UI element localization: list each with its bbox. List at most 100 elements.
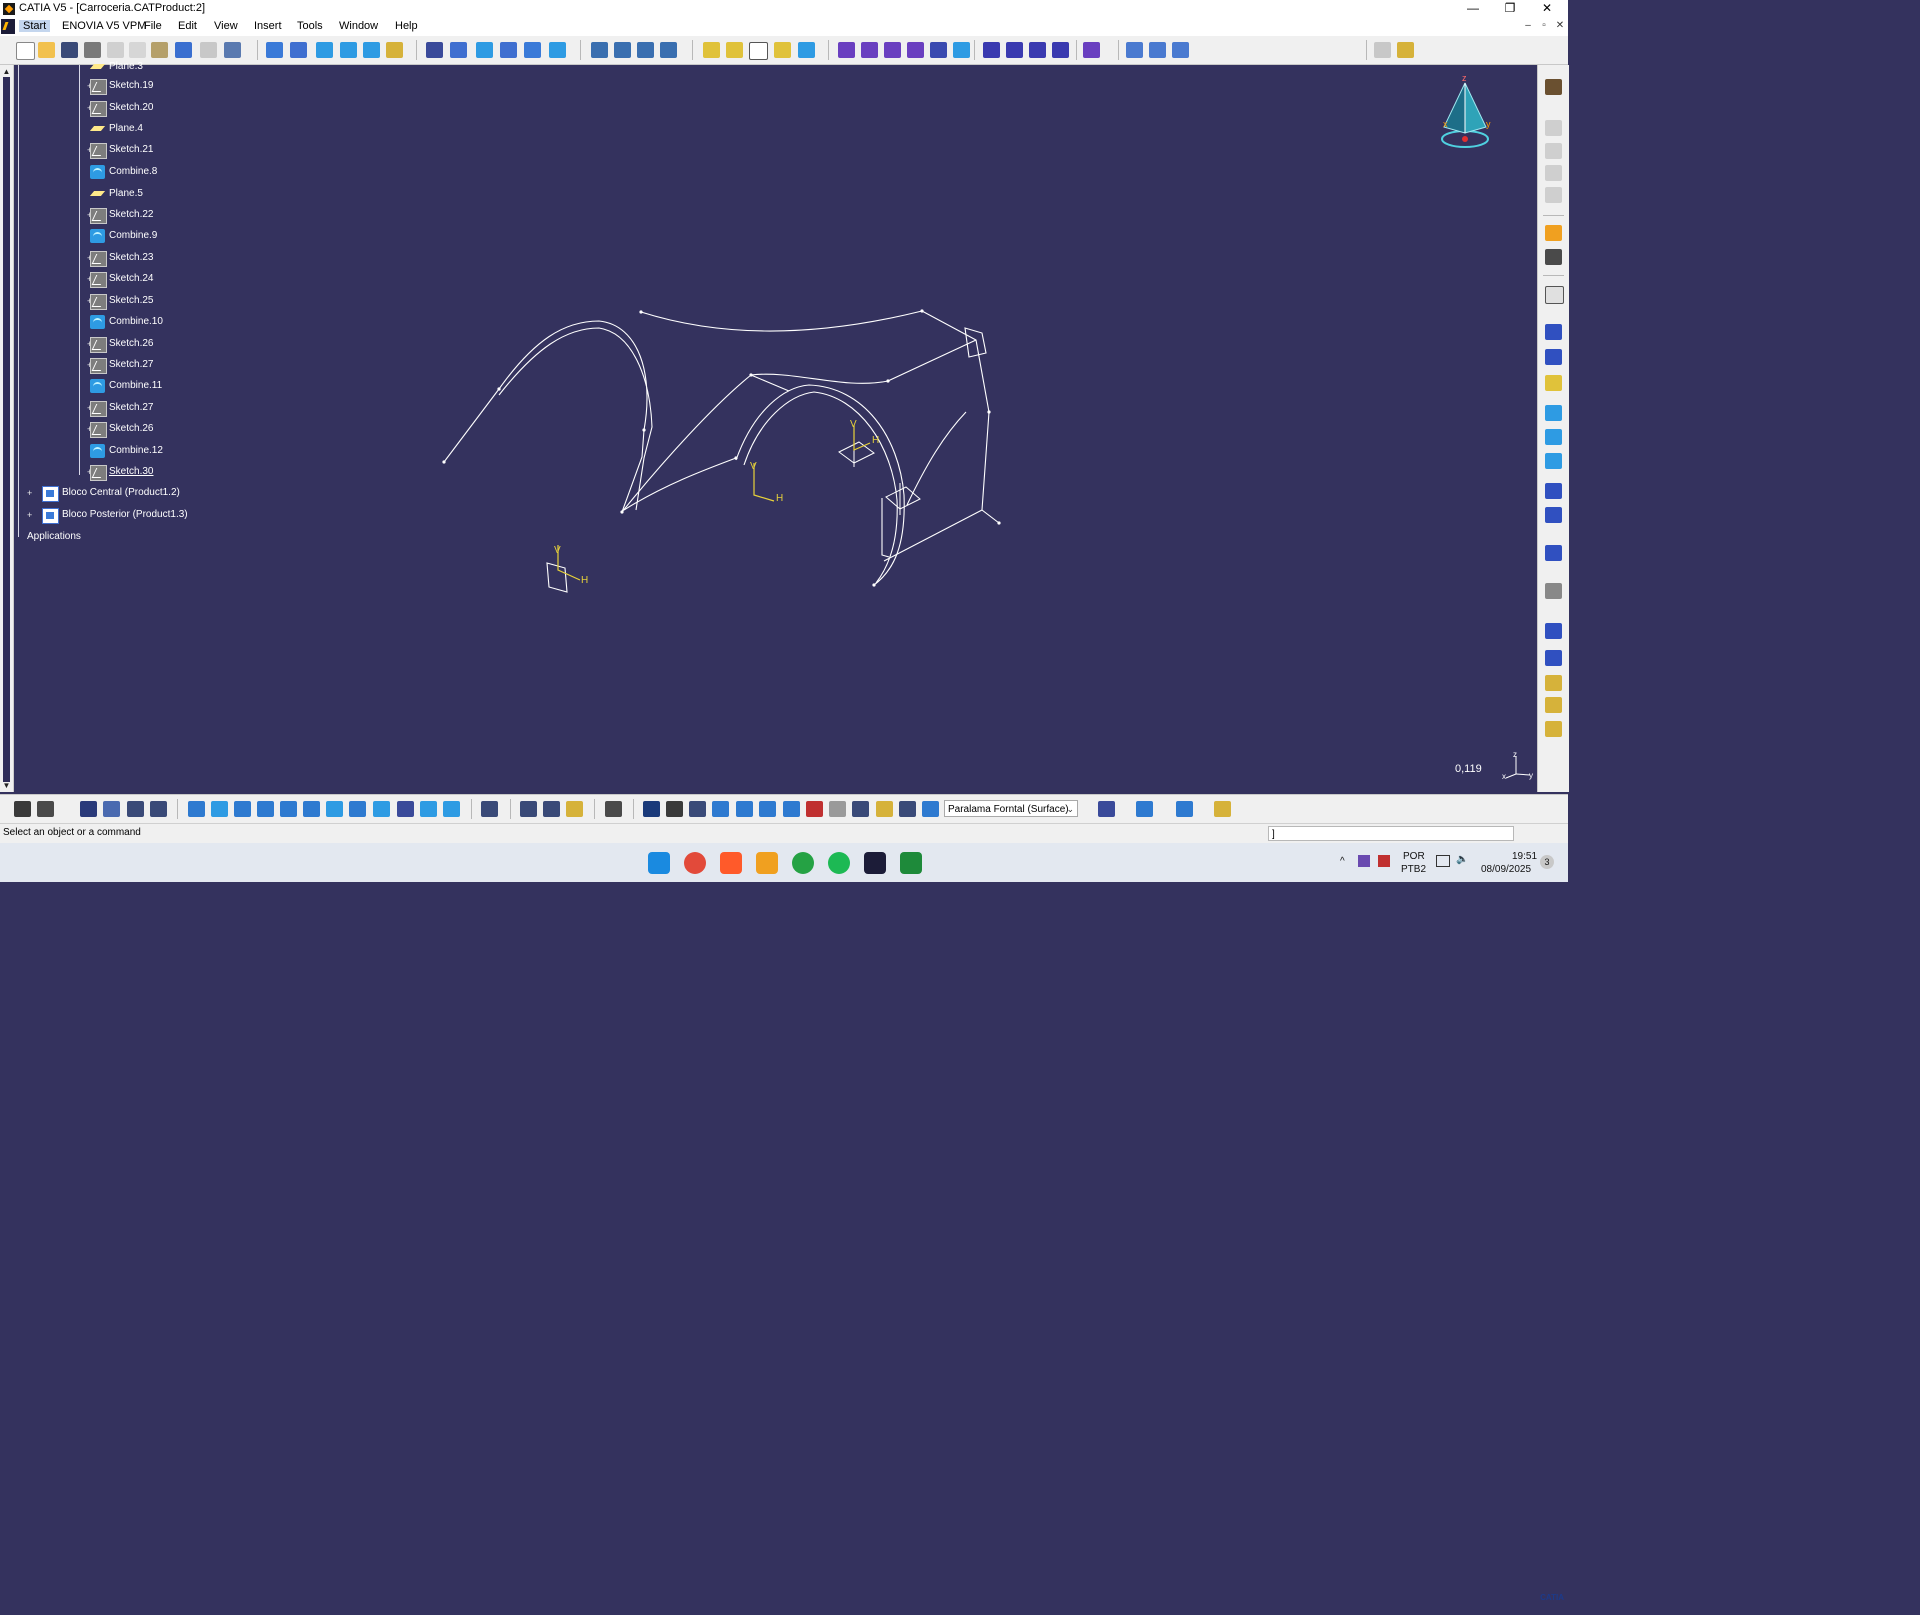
draft-analysis-icon[interactable]	[1149, 42, 1166, 58]
affinity-icon[interactable]	[798, 42, 815, 58]
3d-viewport[interactable]: V H V H V H	[14, 65, 1536, 792]
tree-node-label[interactable]: Combine.12	[109, 445, 163, 456]
tree-node-label[interactable]: Sketch.20	[109, 102, 153, 113]
file-explorer-icon[interactable]	[756, 852, 778, 874]
define-in-work-object-icon[interactable]	[922, 801, 939, 817]
structure-icon[interactable]	[103, 801, 120, 817]
measure-icon[interactable]	[1126, 42, 1143, 58]
translate-icon[interactable]	[703, 42, 720, 58]
menu-view[interactable]: View	[214, 20, 238, 32]
whatsapp-icon[interactable]	[792, 852, 814, 874]
pan-icon[interactable]	[234, 801, 251, 817]
cut-icon[interactable]	[107, 42, 124, 58]
fill-icon[interactable]	[450, 42, 467, 58]
tree-node-label[interactable]: Sketch.25	[109, 295, 153, 306]
sketch-tools-icon[interactable]	[1545, 120, 1562, 136]
clock-time[interactable]: 19:51	[1512, 851, 1537, 862]
formula-icon[interactable]	[14, 801, 31, 817]
tree-node-label[interactable]: Plane.5	[109, 188, 143, 199]
plane-icon[interactable]	[1545, 375, 1562, 391]
notification-badge[interactable]: 3	[1540, 855, 1554, 869]
tray-sync-icon[interactable]	[1378, 855, 1390, 867]
shaft-icon[interactable]	[884, 42, 901, 58]
save-icon[interactable]	[61, 42, 78, 58]
snap-icon[interactable]	[1545, 249, 1562, 265]
restore-button[interactable]: ❐	[1492, 0, 1528, 18]
select-icon[interactable]	[1545, 225, 1562, 241]
scrollbar-thumb[interactable]	[3, 77, 10, 782]
tree-node-label[interactable]: Sketch.21	[109, 144, 153, 155]
clock-date[interactable]: 08/09/2025	[1481, 864, 1531, 875]
redo-icon[interactable]	[200, 42, 217, 58]
expand-icon[interactable]: +	[27, 489, 34, 498]
line-icon[interactable]	[1545, 349, 1562, 365]
stack-icon[interactable]	[1545, 697, 1562, 713]
measure-item-icon[interactable]	[543, 801, 560, 817]
current-body-select[interactable]: Paralama Forntal (Surface) ⌄	[944, 800, 1078, 817]
tree-node-label[interactable]: Sketch.24	[109, 273, 153, 284]
undo-icon[interactable]	[175, 42, 192, 58]
tree-node-label[interactable]: Sketch.30	[109, 466, 153, 477]
keyboard-layout-indicator[interactable]: PTB2	[1401, 864, 1426, 875]
boolean-icon[interactable]	[1083, 42, 1100, 58]
tree-mode-icon[interactable]	[852, 801, 869, 817]
shading-icon[interactable]	[397, 801, 414, 817]
tree-node-label[interactable]: Combine.8	[109, 166, 157, 177]
sew-surface-icon[interactable]	[1006, 42, 1023, 58]
spotify-icon[interactable]	[828, 852, 850, 874]
constraint-icon[interactable]	[1545, 143, 1562, 159]
chrome-icon[interactable]	[684, 852, 706, 874]
language-indicator[interactable]: POR	[1403, 851, 1425, 862]
curvature-analysis-icon[interactable]	[1172, 42, 1189, 58]
revolve-icon[interactable]	[316, 42, 333, 58]
new-icon[interactable]	[16, 42, 35, 60]
reorder-icon[interactable]	[150, 801, 167, 817]
3d-support-icon[interactable]	[783, 801, 800, 817]
menu-insert[interactable]: Insert	[254, 20, 282, 32]
menu-file[interactable]: File	[144, 20, 162, 32]
polyline-icon[interactable]	[1545, 545, 1562, 561]
tree-node-label[interactable]: Plane.4	[109, 123, 143, 134]
tree-node-label[interactable]: Combine.11	[109, 380, 162, 391]
tree-node-label[interactable]: Sketch.27	[109, 359, 153, 370]
law-icon[interactable]	[1545, 675, 1562, 691]
tree-node-label[interactable]: Sketch.19	[109, 80, 153, 91]
multi-view-icon[interactable]	[349, 801, 366, 817]
projection-icon[interactable]	[1545, 405, 1562, 421]
join-icon[interactable]	[524, 42, 541, 58]
catia-menu-logo-icon[interactable]	[1, 19, 15, 34]
copy-icon[interactable]	[129, 42, 146, 58]
menu-help[interactable]: Help	[395, 20, 418, 32]
repetition-icon[interactable]	[1545, 583, 1562, 599]
print-icon[interactable]	[84, 42, 101, 58]
zoom-in-icon[interactable]	[280, 801, 297, 817]
tree-node-label[interactable]: Sketch.23	[109, 252, 153, 263]
scan-icon[interactable]	[876, 801, 893, 817]
advanced-icon[interactable]	[1545, 721, 1562, 737]
chevron-down-icon[interactable]: ⌄	[1066, 801, 1074, 816]
intersection-icon[interactable]	[1545, 429, 1562, 445]
list-icon[interactable]	[899, 801, 916, 817]
grid-icon[interactable]	[1545, 650, 1562, 666]
tree-applications-label[interactable]: Applications	[27, 531, 81, 542]
mdi-minimize-button[interactable]: –	[1522, 20, 1534, 32]
brave-icon[interactable]	[720, 852, 742, 874]
sweep-icon[interactable]	[426, 42, 443, 58]
hand-icon[interactable]	[666, 801, 683, 817]
close-button[interactable]: ✕	[1529, 0, 1565, 18]
circle-icon[interactable]	[1545, 483, 1562, 499]
sketch-icon[interactable]	[1545, 286, 1564, 304]
normal-view-icon[interactable]	[326, 801, 343, 817]
boundary-icon[interactable]	[614, 42, 631, 58]
tree-node-label[interactable]: Sketch.26	[109, 338, 153, 349]
body-icon[interactable]	[1052, 42, 1069, 58]
solid-icon[interactable]	[983, 42, 1000, 58]
point-icon[interactable]	[1545, 324, 1562, 340]
manage-icon[interactable]	[127, 801, 144, 817]
thick-surface-icon[interactable]	[930, 42, 947, 58]
split-body-icon[interactable]	[1029, 42, 1046, 58]
combine-tool-icon[interactable]	[1545, 453, 1562, 469]
work-axis-icon[interactable]	[689, 801, 706, 817]
fit-all-icon[interactable]	[211, 801, 228, 817]
tree-node-label[interactable]: Plane.3	[109, 61, 143, 72]
